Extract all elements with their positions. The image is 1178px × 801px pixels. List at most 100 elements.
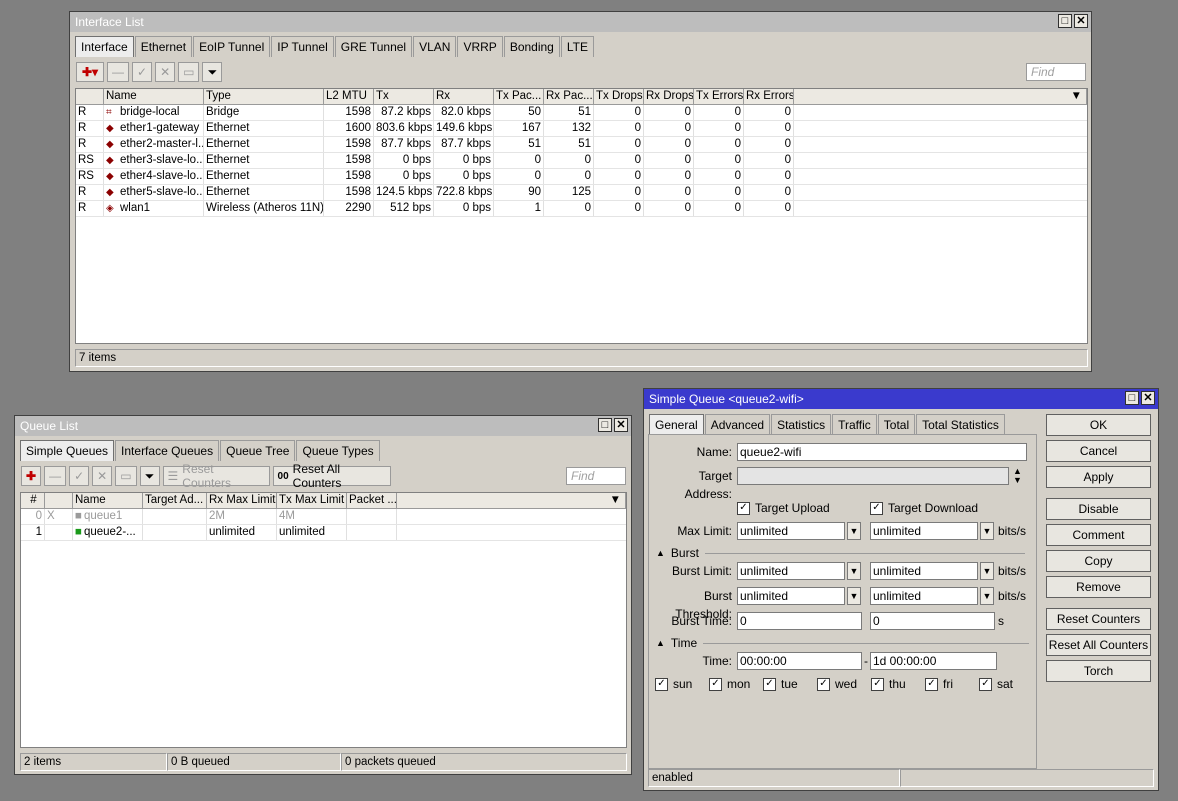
- tab-simple-queues[interactable]: Simple Queues: [20, 440, 115, 461]
- tab-queue-types[interactable]: Queue Types: [296, 440, 380, 461]
- max-limit-download-input[interactable]: unlimited: [870, 522, 978, 540]
- table-row[interactable]: R ◆ ether5-slave-lo... Ethernet 1598 124.5 kb…: [76, 185, 1087, 201]
- table-row[interactable]: 0 X ■ queue1 2M 4M: [21, 509, 626, 525]
- column-header[interactable]: Tx Pac...: [494, 89, 544, 104]
- column-header[interactable]: Type: [204, 89, 324, 104]
- close-icon[interactable]: ✕: [614, 418, 628, 432]
- close-icon[interactable]: ✕: [1141, 391, 1155, 405]
- reset-counters-button[interactable]: ☰ Reset Counters: [162, 462, 270, 490]
- tab-vlan[interactable]: VLAN: [413, 36, 457, 57]
- interface-list-titlebar[interactable]: Interface List □ ✕: [70, 12, 1091, 32]
- column-header[interactable]: [45, 493, 73, 508]
- column-header[interactable]: Rx Errors: [744, 89, 794, 104]
- column-header[interactable]: Tx Drops: [594, 89, 644, 104]
- dropdown-icon[interactable]: ▼: [980, 562, 994, 580]
- column-chooser-icon[interactable]: ▼: [794, 89, 1087, 104]
- disable-button[interactable]: Disable: [1046, 498, 1151, 520]
- column-header[interactable]: Rx Drops: [644, 89, 694, 104]
- dropdown-icon[interactable]: ▼: [980, 522, 994, 540]
- remove-button[interactable]: —: [44, 466, 67, 486]
- remove-button[interactable]: Remove: [1046, 576, 1151, 598]
- torch-button[interactable]: Torch: [1046, 660, 1151, 682]
- day-sun-checkbox[interactable]: ✓ sun: [655, 677, 692, 691]
- target-upload-checkbox[interactable]: ✓ Target Upload: [737, 501, 830, 515]
- simple-queue-titlebar[interactable]: Simple Queue <queue2-wifi> □ ✕: [644, 389, 1158, 409]
- tab-total[interactable]: Total: [877, 414, 916, 435]
- reset-all-counters-button[interactable]: 00 Reset All Counters: [272, 462, 391, 490]
- burst-section-toggle[interactable]: ▲ Burst: [656, 546, 1025, 560]
- enable-button[interactable]: ✓: [132, 62, 153, 82]
- add-button[interactable]: ✚▾: [76, 62, 104, 82]
- day-fri-checkbox[interactable]: ✓ fri: [925, 677, 953, 691]
- add-button[interactable]: ✚: [21, 466, 42, 486]
- tab-general[interactable]: General: [649, 414, 704, 435]
- copy-button[interactable]: Copy: [1046, 550, 1151, 572]
- tab-eoip-tunnel[interactable]: EoIP Tunnel: [193, 36, 271, 57]
- column-header[interactable]: Tx Errors: [694, 89, 744, 104]
- name-input[interactable]: queue2-wifi: [737, 443, 1027, 461]
- burst-limit-upload-input[interactable]: unlimited: [737, 562, 845, 580]
- reset-all-counters-button[interactable]: Reset All Counters: [1046, 634, 1151, 656]
- column-header[interactable]: Rx Pac...: [544, 89, 594, 104]
- cancel-button[interactable]: Cancel: [1046, 440, 1151, 462]
- burst-time-download-input[interactable]: 0: [870, 612, 995, 630]
- burst-time-upload-input[interactable]: 0: [737, 612, 862, 630]
- column-header[interactable]: Target Ad...: [143, 493, 207, 508]
- column-header[interactable]: Rx Max Limit: [207, 493, 277, 508]
- target-download-checkbox[interactable]: ✓ Target Download: [870, 501, 978, 515]
- day-tue-checkbox[interactable]: ✓ tue: [763, 677, 798, 691]
- disable-button[interactable]: ✕: [155, 62, 176, 82]
- tab-interface-queues[interactable]: Interface Queues: [115, 440, 220, 461]
- table-row[interactable]: R ◆ ether2-master-l... Ethernet 1598 87.7 kbp…: [76, 137, 1087, 153]
- column-header[interactable]: #: [21, 493, 45, 508]
- tab-lte[interactable]: LTE: [560, 36, 594, 57]
- comment-button[interactable]: ▭: [178, 62, 200, 82]
- column-header[interactable]: Name: [104, 89, 204, 104]
- filter-button[interactable]: ⏷: [202, 62, 223, 82]
- table-row[interactable]: RS ◆ ether3-slave-lo... Ethernet 1598 0 bps 0 …: [76, 153, 1087, 169]
- disable-button[interactable]: ✕: [92, 466, 113, 486]
- spinner-icon[interactable]: ▲ ▼: [1013, 467, 1022, 485]
- maximize-icon[interactable]: □: [598, 418, 612, 432]
- day-sat-checkbox[interactable]: ✓ sat: [979, 677, 1013, 691]
- table-row[interactable]: 1 ■ queue2-... unlimited unlimited: [21, 525, 626, 541]
- column-header[interactable]: Rx: [434, 89, 494, 104]
- time-to-input[interactable]: 1d 00:00:00: [870, 652, 997, 670]
- tab-statistics[interactable]: Statistics: [771, 414, 832, 435]
- day-mon-checkbox[interactable]: ✓ mon: [709, 677, 750, 691]
- reset-counters-button[interactable]: Reset Counters: [1046, 608, 1151, 630]
- day-wed-checkbox[interactable]: ✓ wed: [817, 677, 857, 691]
- time-from-input[interactable]: 00:00:00: [737, 652, 862, 670]
- maximize-icon[interactable]: □: [1058, 14, 1072, 28]
- dropdown-icon[interactable]: ▼: [847, 587, 861, 605]
- table-row[interactable]: R ◆ ether1-gateway Ethernet 1600 803.6 kbps 14…: [76, 121, 1087, 137]
- comment-button[interactable]: Comment: [1046, 524, 1151, 546]
- find-input[interactable]: Find: [1026, 63, 1086, 81]
- tab-advanced[interactable]: Advanced: [704, 414, 771, 435]
- comment-button[interactable]: ▭: [115, 466, 137, 486]
- filter-button[interactable]: ⏷: [139, 466, 160, 486]
- max-limit-upload-input[interactable]: unlimited: [737, 522, 845, 540]
- table-row[interactable]: R ◈ wlan1 Wireless (Atheros 11N) 2290 512 bps…: [76, 201, 1087, 217]
- column-header[interactable]: Tx Max Limit: [277, 493, 347, 508]
- dropdown-icon[interactable]: ▼: [980, 587, 994, 605]
- time-section-toggle[interactable]: ▲ Time: [656, 636, 1030, 650]
- target-address-input[interactable]: [737, 467, 1009, 485]
- burst-limit-download-input[interactable]: unlimited: [870, 562, 978, 580]
- column-header[interactable]: Packet ...: [347, 493, 397, 508]
- column-chooser-icon[interactable]: ▼: [397, 493, 626, 508]
- tab-ethernet[interactable]: Ethernet: [134, 36, 193, 57]
- tab-total-statistics[interactable]: Total Statistics: [916, 414, 1005, 435]
- column-header[interactable]: L2 MTU: [324, 89, 374, 104]
- dropdown-icon[interactable]: ▼: [847, 522, 861, 540]
- remove-button[interactable]: —: [107, 62, 129, 82]
- tab-queue-tree[interactable]: Queue Tree: [220, 440, 296, 461]
- find-input[interactable]: Find: [566, 467, 626, 485]
- table-row[interactable]: R ⌗ bridge-local Bridge 1598 87.2 kbps 82.0 kb…: [76, 105, 1087, 121]
- burst-threshold-download-input[interactable]: unlimited: [870, 587, 978, 605]
- apply-button[interactable]: Apply: [1046, 466, 1151, 488]
- column-header[interactable]: Tx: [374, 89, 434, 104]
- queue-list-titlebar[interactable]: Queue List □ ✕: [15, 416, 631, 436]
- burst-threshold-upload-input[interactable]: unlimited: [737, 587, 845, 605]
- tab-bonding[interactable]: Bonding: [503, 36, 560, 57]
